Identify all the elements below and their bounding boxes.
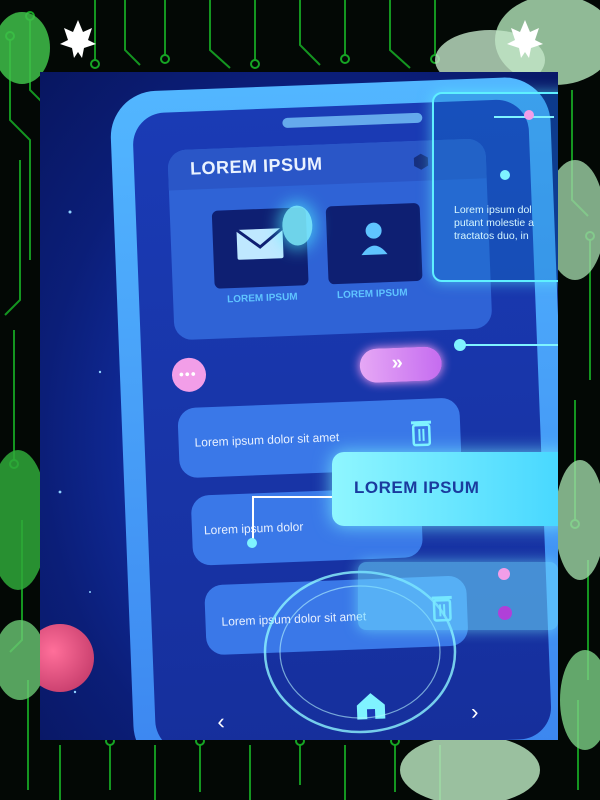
chevron-left-icon[interactable]: ‹ bbox=[217, 709, 225, 735]
more-options-button[interactable]: ••• bbox=[171, 357, 207, 393]
connector-line bbox=[252, 496, 254, 544]
connector-dot bbox=[498, 568, 510, 580]
panel-text-line: Lorem ipsum dol bbox=[454, 204, 532, 216]
connector-dot bbox=[454, 339, 466, 351]
ellipsis-icon: ••• bbox=[178, 365, 197, 383]
info-panel: Lorem ipsum dol putant molestie a tracta… bbox=[432, 92, 558, 282]
trash-icon[interactable] bbox=[410, 419, 433, 448]
mail-icon bbox=[235, 226, 284, 260]
illustration-frame: LOREM IPSUM LOREM IPSUM LOREM IPSUM ••• … bbox=[40, 72, 558, 740]
connector-dot bbox=[500, 170, 510, 180]
tile-label: LOREM IPSUM bbox=[226, 291, 298, 306]
highlight-panel bbox=[358, 562, 558, 630]
app-card-title: LOREM IPSUM bbox=[189, 153, 323, 179]
next-button[interactable]: » bbox=[359, 346, 443, 384]
connector-line bbox=[252, 496, 332, 498]
phone-speaker bbox=[282, 112, 423, 129]
profile-tile[interactable] bbox=[325, 202, 423, 285]
lorem-banner[interactable]: LOREM IPSUM bbox=[332, 452, 558, 526]
panel-text-line: putant molestie a bbox=[454, 217, 534, 229]
glow-orb bbox=[281, 205, 314, 247]
list-item-text: Lorem ipsum dolor bbox=[203, 519, 304, 538]
user-icon bbox=[361, 222, 388, 256]
connector-dot bbox=[524, 110, 534, 120]
connector-line bbox=[460, 344, 558, 346]
connector-dot bbox=[247, 538, 257, 548]
chevron-right-icon[interactable]: › bbox=[471, 699, 479, 725]
connector-dot bbox=[498, 606, 512, 620]
tile-label: LOREM IPSUM bbox=[336, 287, 408, 302]
list-item-text: Lorem ipsum dolor sit amet bbox=[194, 430, 340, 450]
banner-label: LOREM IPSUM bbox=[354, 478, 480, 497]
hexagon-icon[interactable] bbox=[412, 152, 431, 171]
maple-leaf-icon bbox=[60, 20, 96, 58]
panel-text-line: tractatos duo, in bbox=[454, 230, 529, 242]
double-chevron-right-icon: » bbox=[391, 351, 404, 375]
